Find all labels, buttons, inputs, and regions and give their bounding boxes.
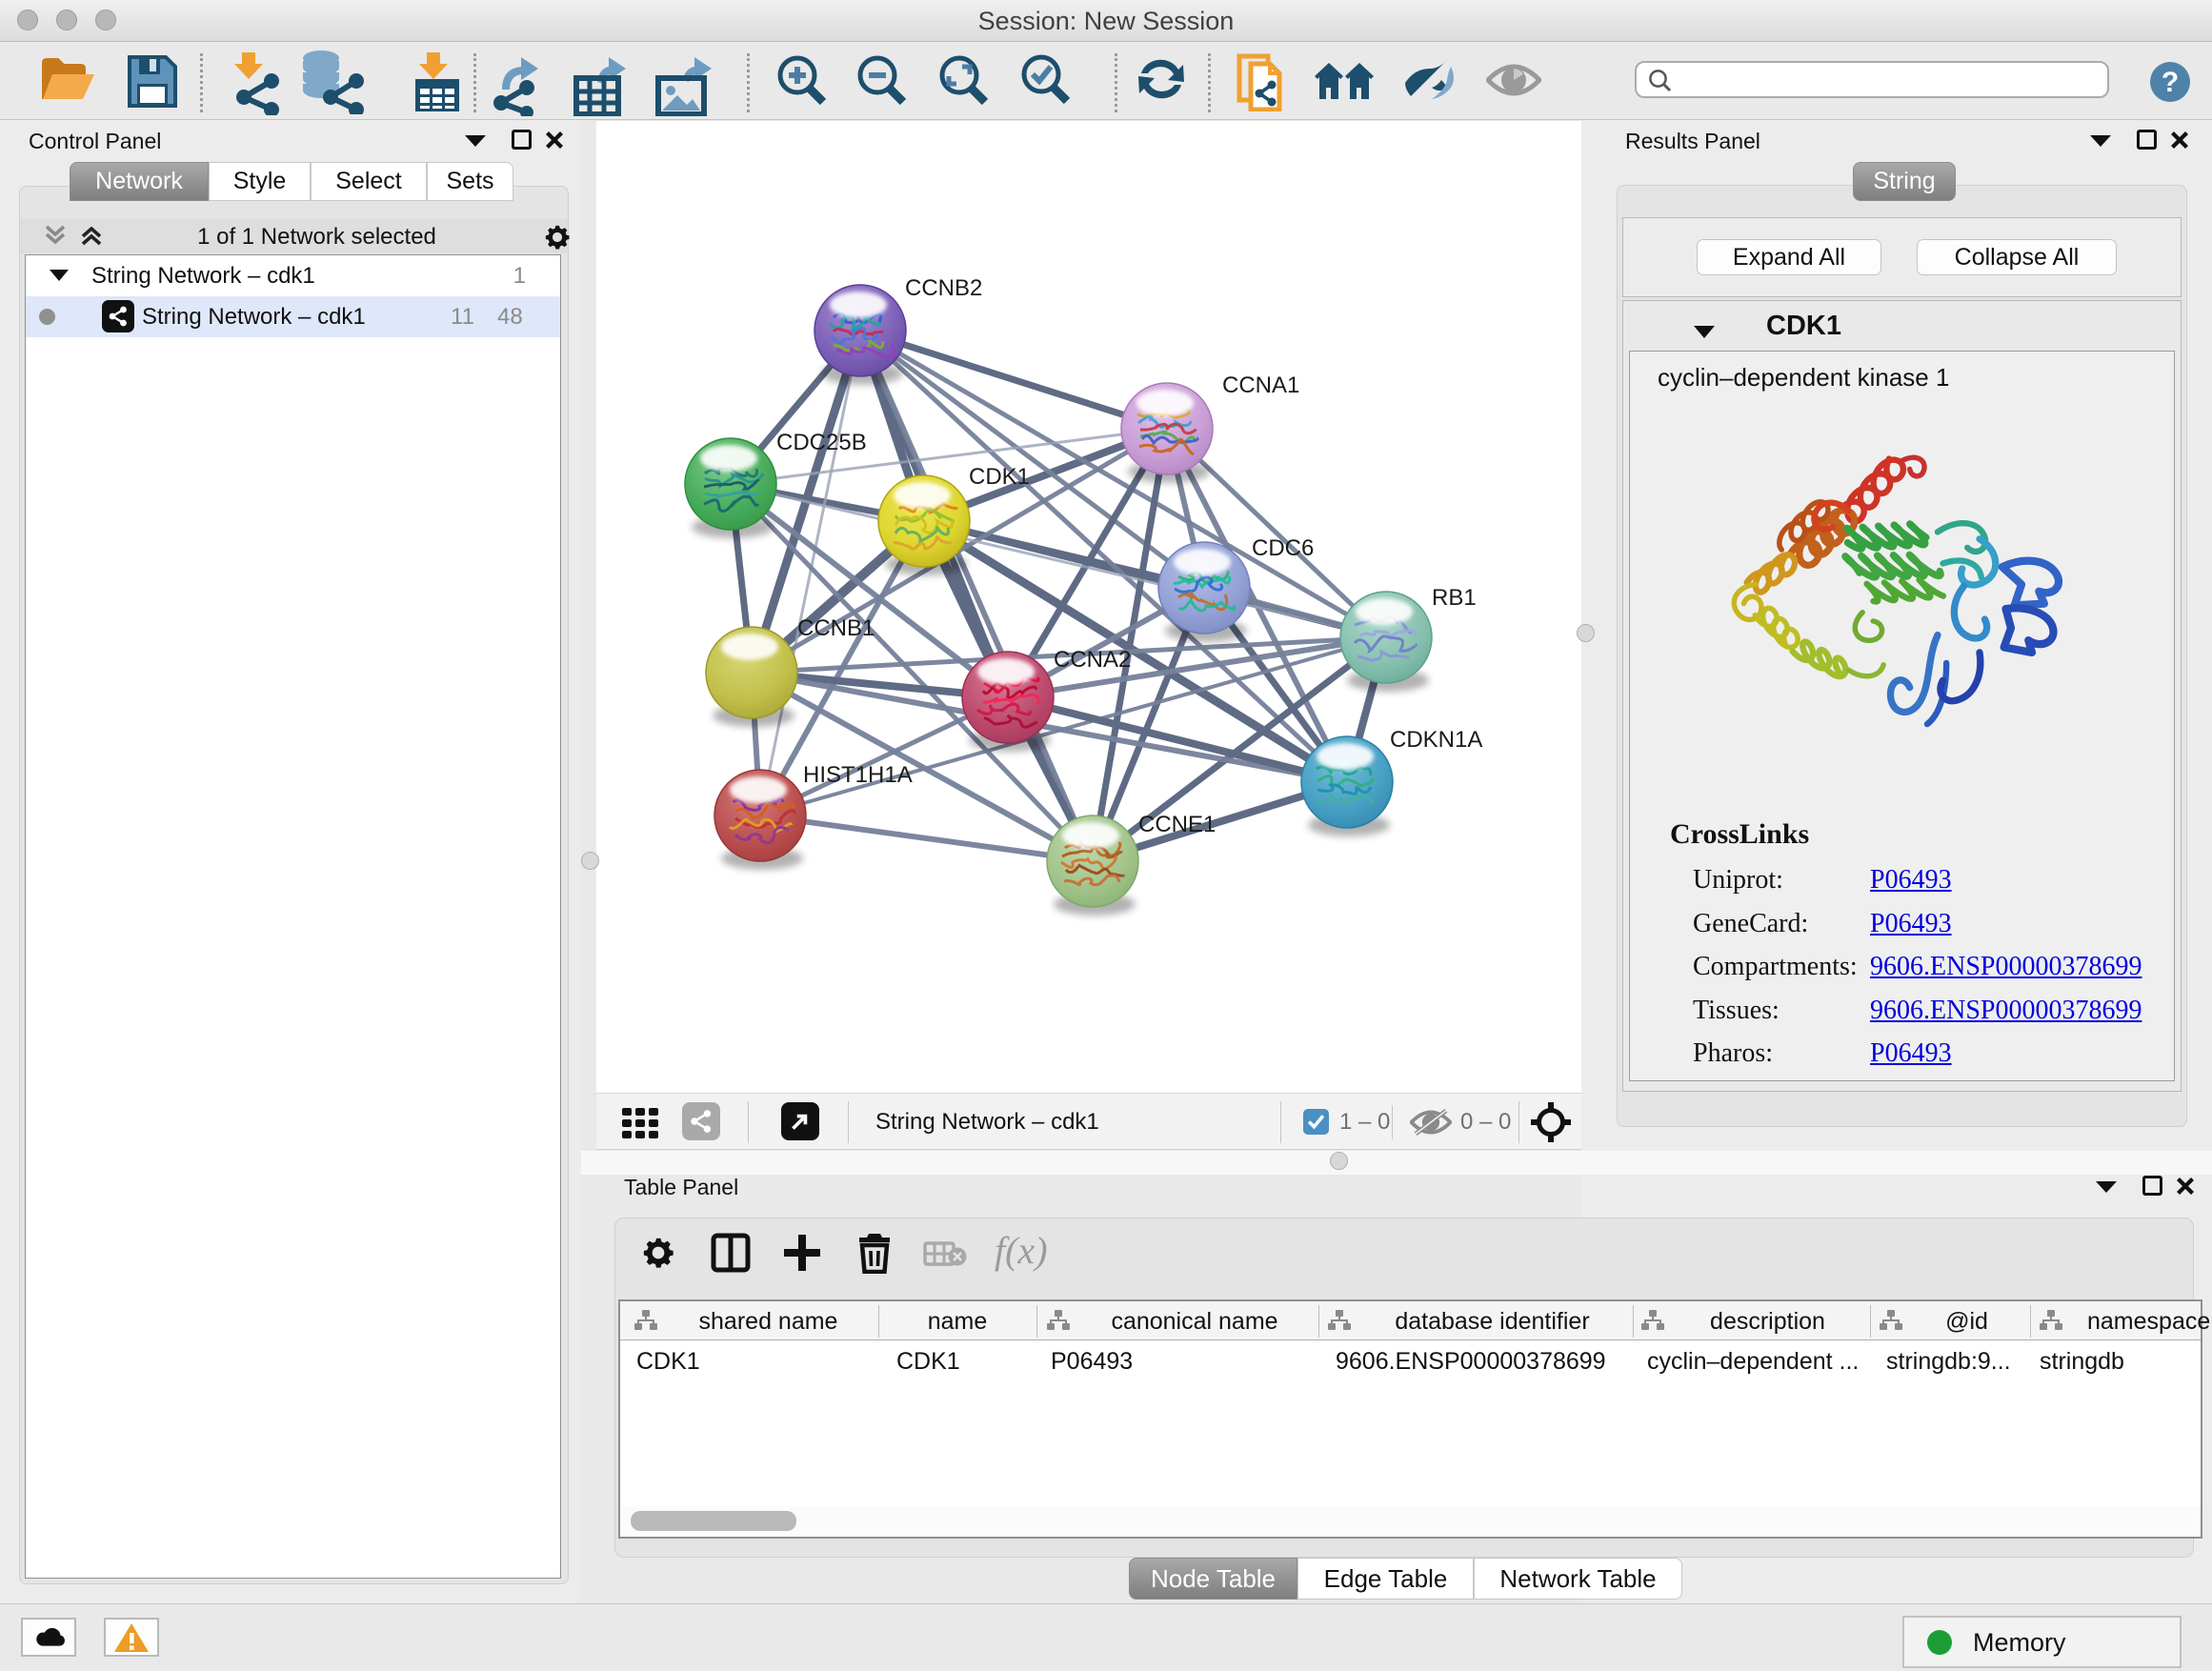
svg-text:CCNA1: CCNA1 (1222, 372, 1299, 398)
svg-text:?: ? (2162, 67, 2179, 98)
svg-text:HIST1H1A: HIST1H1A (803, 762, 913, 788)
svg-text:CCNB1: CCNB1 (797, 615, 875, 641)
svg-text:CCNE1: CCNE1 (1138, 812, 1216, 837)
svg-text:CDKN1A: CDKN1A (1390, 727, 1482, 753)
svg-text:RB1: RB1 (1432, 585, 1477, 611)
svg-text:CCNB2: CCNB2 (905, 275, 982, 301)
svg-text:CDC25B: CDC25B (776, 430, 867, 455)
svg-text:CDK1: CDK1 (969, 464, 1030, 490)
svg-text:CCNA2: CCNA2 (1054, 647, 1131, 673)
svg-text:CDC6: CDC6 (1252, 535, 1314, 561)
